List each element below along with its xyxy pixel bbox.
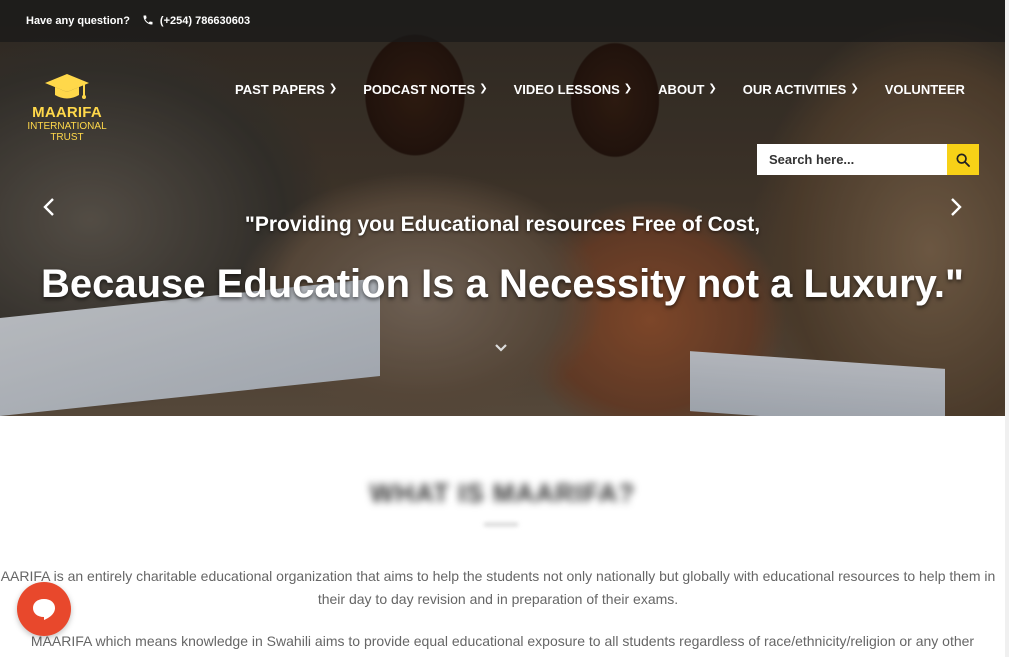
top-bar: Have any question? (+254) 786630603 [0, 0, 1005, 42]
chevron-down-icon: ❯ [850, 83, 859, 94]
site-logo[interactable]: MAARIFA INTERNATIONAL TRUST [26, 72, 108, 143]
search-button[interactable] [947, 144, 979, 175]
nav-label: PODCAST NOTES [363, 82, 476, 97]
phone-number: (+254) 786630603 [159, 15, 251, 27]
chevron-down-icon: ❯ [479, 83, 488, 94]
nav-item-our-activities[interactable]: OUR ACTIVITIES ❯ [743, 82, 859, 97]
main-nav: PAST PAPERS ❯ PODCAST NOTES ❯ VIDEO LESS… [235, 82, 965, 97]
graduation-cap-icon [45, 74, 89, 99]
question-text: Have any question? [26, 15, 130, 27]
phone-contact[interactable]: (+254) 786630603 [142, 14, 250, 29]
nav-item-past-papers[interactable]: PAST PAPERS ❯ [235, 82, 337, 97]
nav-label: VIDEO LESSONS [513, 82, 620, 97]
search-bar [757, 144, 979, 175]
hero-quote-line1: "Providing you Educational resources Fre… [244, 213, 761, 236]
search-input[interactable] [757, 144, 947, 175]
nav-label: VOLUNTEER [884, 82, 965, 97]
chevron-down-icon: ❯ [623, 83, 633, 94]
nav-label: ABOUT [658, 82, 705, 97]
title-divider [484, 523, 518, 526]
mission-paragraph: MAARIFA which means knowledge in Swahili… [30, 633, 975, 649]
hero-quote-line2: Because Education Is a Necessity not a L… [41, 262, 964, 306]
hero-banner: Have any question? (+254) 786630603 MAAR… [0, 0, 1005, 416]
section-title: WHAT IS MAARIFA? [369, 478, 636, 508]
chat-icon [33, 599, 55, 620]
logo-line3: TRUST [50, 132, 84, 143]
logo-name: MAARIFA [32, 104, 102, 121]
nav-label: OUR ACTIVITIES [742, 82, 847, 97]
chat-widget-button[interactable] [17, 582, 71, 636]
nav-item-podcast-notes[interactable]: PODCAST NOTES ❯ [363, 82, 487, 97]
intro-paragraph: AARIFA is an entirely charitable educati… [0, 568, 996, 607]
search-icon [956, 152, 970, 167]
phone-icon [142, 14, 154, 29]
logo-line2: INTERNATIONAL [27, 121, 107, 132]
chevron-down-icon: ❯ [328, 83, 338, 94]
nav-item-about[interactable]: ABOUT ❯ [658, 82, 717, 97]
scroll-down-icon[interactable] [494, 340, 508, 356]
nav-label: PAST PAPERS [235, 82, 325, 97]
page-scrollbar[interactable] [1005, 0, 1009, 657]
nav-item-volunteer[interactable]: VOLUNTEER [885, 82, 965, 97]
chevron-down-icon: ❯ [708, 83, 717, 94]
nav-item-video-lessons[interactable]: VIDEO LESSONS ❯ [514, 82, 633, 97]
